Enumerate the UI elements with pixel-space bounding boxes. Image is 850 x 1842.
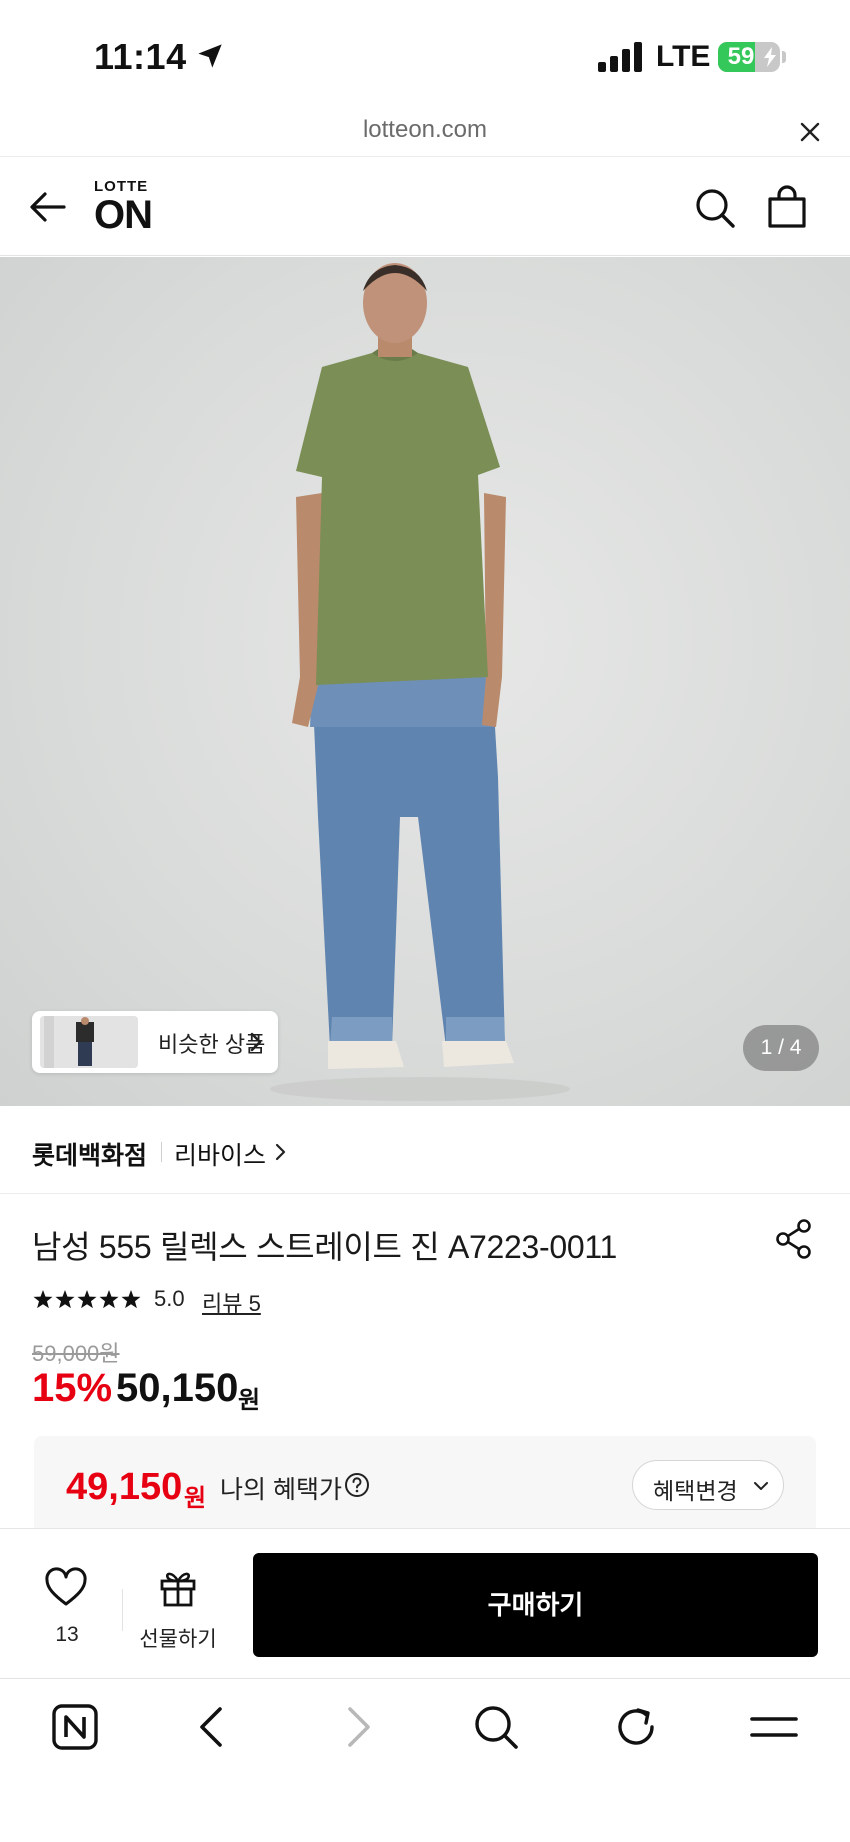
discount-rate: 15% <box>32 1366 113 1410</box>
star-icon <box>121 1290 141 1309</box>
rating-value: 5.0 <box>154 1286 185 1311</box>
lotte-on-logo[interactable]: LOTTE ON <box>94 179 153 237</box>
similar-product-thumbnail <box>40 1016 138 1068</box>
wishlist-count: 13 <box>55 1623 79 1646</box>
location-arrow-icon <box>198 44 222 68</box>
star-icon <box>55 1290 75 1309</box>
similar-products-button[interactable]: 비슷한 상품 <box>32 1011 278 1073</box>
buy-button[interactable]: 구매하기 <box>253 1553 818 1657</box>
back-icon[interactable] <box>190 1703 238 1751</box>
search-icon[interactable] <box>694 187 736 229</box>
gift-label: 선물하기 <box>139 1628 217 1651</box>
logo-main: ON <box>94 193 153 237</box>
menu-icon[interactable] <box>750 1703 798 1751</box>
browser-toolbar <box>0 1678 850 1842</box>
back-arrow-icon[interactable] <box>28 187 68 227</box>
battery-icon: 59 <box>718 42 780 72</box>
chevron-down-icon <box>754 1482 768 1490</box>
star-icon <box>99 1290 119 1309</box>
status-time: 11:14 <box>94 36 187 77</box>
benefit-box: 49,150 원 나의 혜택가 혜택변경 <box>34 1436 816 1530</box>
chevron-right-icon <box>250 1032 262 1052</box>
forward-icon <box>348 1707 370 1747</box>
benefit-price-unit: 원 <box>184 1485 207 1512</box>
url-text[interactable]: lotteon.com <box>0 116 850 144</box>
image-counter: 1 / 4 <box>743 1025 819 1071</box>
url-bar[interactable]: lotteon.com <box>0 110 850 156</box>
product-title: 남성 555 릴렉스 스트레이트 진 A7223-0011 <box>32 1229 617 1265</box>
purchase-bar: 13 선물하기 구매하기 <box>0 1528 850 1678</box>
sale-price-unit: 원 <box>238 1387 261 1414</box>
bar-divider <box>122 1589 123 1631</box>
benefit-price: 49,150 <box>66 1466 183 1508</box>
app-header: LOTTE ON <box>0 156 850 256</box>
battery-level: 59 <box>727 43 755 70</box>
status-bar: 11:14 LTE 59 <box>0 0 850 110</box>
benefit-label: 나의 혜택가 <box>220 1476 342 1504</box>
benefit-change-label: 혜택변경 <box>653 1478 738 1504</box>
review-link[interactable]: 리뷰 5 <box>202 1286 261 1318</box>
gift-icon <box>160 1572 196 1607</box>
store-name[interactable]: 롯데백화점 <box>32 1136 147 1172</box>
product-photo <box>270 263 570 1101</box>
brand-row: 롯데백화점 리바이스 <box>0 1106 850 1194</box>
signal-icon <box>598 42 642 72</box>
gift-button[interactable]: 선물하기 <box>136 1567 220 1653</box>
star-icon <box>33 1290 53 1309</box>
help-icon[interactable] <box>344 1472 370 1498</box>
close-icon[interactable] <box>798 120 822 144</box>
naver-icon[interactable] <box>51 1703 99 1751</box>
brand-divider <box>161 1142 162 1162</box>
shopping-bag-icon[interactable] <box>766 185 808 229</box>
similar-thumbnail-image <box>40 1016 138 1068</box>
product-image[interactable]: 비슷한 상품 1 / 4 <box>0 257 850 1106</box>
share-icon[interactable] <box>774 1218 814 1260</box>
chevron-right-icon[interactable] <box>274 1142 288 1162</box>
star-icon <box>77 1290 97 1309</box>
brand-link[interactable]: 리바이스 <box>174 1136 266 1172</box>
charging-bolt-icon <box>764 47 776 67</box>
heart-icon <box>45 1567 87 1606</box>
search-icon[interactable] <box>472 1703 520 1751</box>
network-type: LTE <box>656 40 711 73</box>
sale-price: 50,150 <box>116 1366 239 1410</box>
wishlist-button[interactable]: 13 <box>32 1567 102 1653</box>
refresh-icon[interactable] <box>612 1703 660 1751</box>
benefit-change-button[interactable]: 혜택변경 <box>632 1460 784 1510</box>
original-price: 59,000원 <box>32 1341 120 1366</box>
battery-cap <box>782 51 786 63</box>
